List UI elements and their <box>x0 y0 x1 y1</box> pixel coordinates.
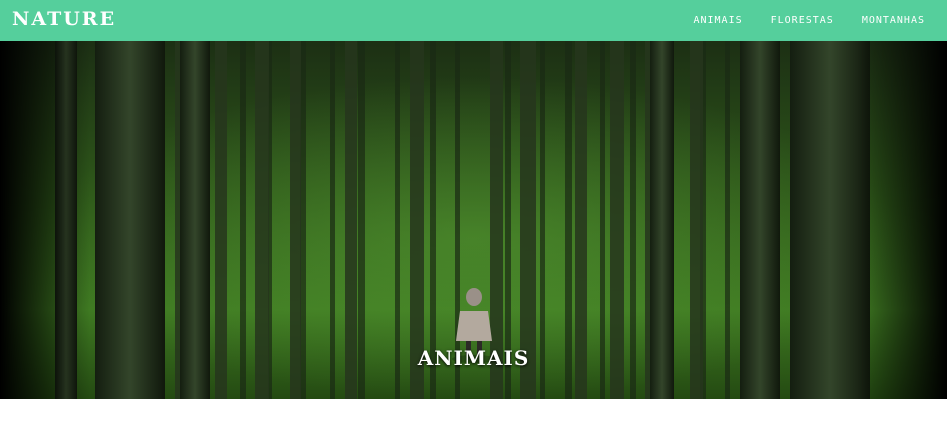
brand-logo[interactable]: NATURE <box>12 8 116 30</box>
nav-link-florestas[interactable]: FLORESTAS <box>771 15 834 26</box>
top-navbar: NATURE ANIMAIS FLORESTAS MONTANHAS <box>0 0 947 41</box>
page-content-area <box>0 399 947 447</box>
hero-banner: ANIMAIS <box>0 41 947 399</box>
nav-link-animais[interactable]: ANIMAIS <box>693 15 742 26</box>
main-menu: ANIMAIS FLORESTAS MONTANHAS <box>693 0 925 41</box>
nav-link-montanhas[interactable]: MONTANHAS <box>862 15 925 26</box>
hero-title: ANIMAIS <box>417 346 530 370</box>
